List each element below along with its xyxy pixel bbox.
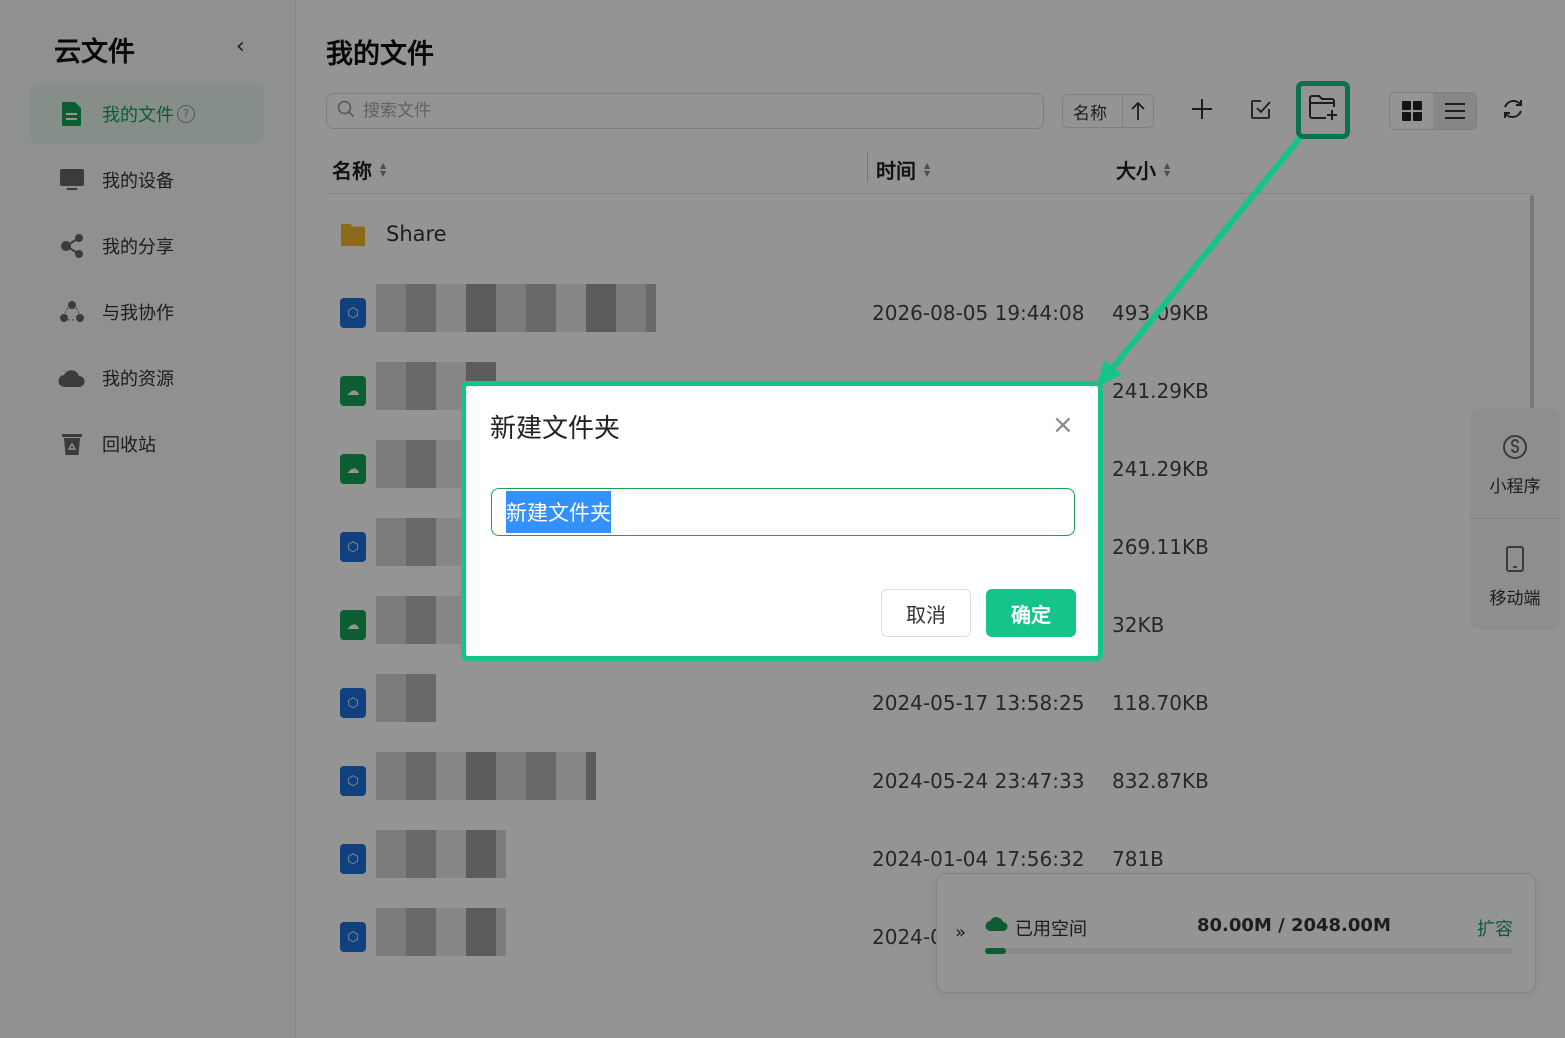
- cancel-button[interactable]: 取消: [881, 589, 971, 637]
- confirm-button[interactable]: 确定: [986, 589, 1076, 637]
- close-icon[interactable]: ×: [1052, 410, 1074, 440]
- dialog-title: 新建文件夹: [490, 414, 621, 444]
- folder-name-input[interactable]: 新建文件夹: [491, 488, 1075, 536]
- folder-name-value: 新建文件夹: [506, 491, 611, 533]
- new-folder-dialog: 新建文件夹 × 新建文件夹 取消 确定: [461, 381, 1103, 661]
